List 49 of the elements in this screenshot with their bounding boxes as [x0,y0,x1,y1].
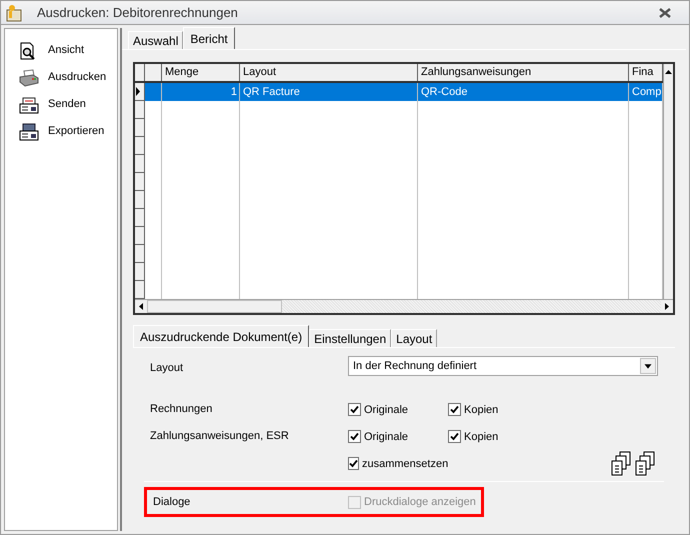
column-header[interactable]: Menge [162,64,240,81]
checkbox[interactable]: Kopien [448,428,548,444]
monitor-document-icon [19,122,39,140]
layout-dropdown[interactable]: In der Rechnung definiert [348,356,658,376]
tab[interactable]: Bericht [183,27,235,49]
table-cell[interactable]: 1 [162,83,240,101]
collate-pages-icon [634,450,656,476]
app-icon [5,4,23,22]
checkbox[interactable]: Originale [348,402,448,418]
column-header[interactable]: Zahlungsanweisungen [418,64,629,81]
row-indicator-header [135,64,145,81]
close-icon[interactable] [659,8,671,18]
table-cell[interactable] [145,83,162,101]
checkmark-icon [450,432,459,441]
vertical-scrollbar[interactable] [663,64,673,299]
checkbox[interactable]: zusammensetzen [348,456,448,472]
field-label: Zahlungsanweisungen, ESR [150,429,290,444]
checkmark-icon [450,405,459,414]
table-cell[interactable]: QR Facture [240,83,418,101]
table-cell[interactable]: QR-Code [418,83,629,101]
envelope-icon [19,96,39,114]
tab[interactable]: Einstellungen [309,329,392,347]
scroll-thumb[interactable] [147,300,282,313]
row-header[interactable] [135,83,145,101]
window-title: Ausdrucken: Debitorenrechnungen [37,4,238,22]
tab[interactable]: Auszudruckende Dokument(e) [133,325,310,347]
sidebar-item[interactable]: Exportieren [5,118,117,145]
checkmark-icon [349,459,358,468]
checkmark-icon [350,432,359,441]
sidebar-item[interactable]: Ansicht [5,37,117,64]
column-header[interactable]: Fina [629,64,663,81]
checkbox[interactable]: Kopien [448,402,548,418]
scroll-left-icon[interactable] [135,300,147,313]
column-header [145,64,162,81]
field-label: Layout [150,361,184,376]
current-row-icon [135,87,141,96]
collate-pages-icon [610,450,632,476]
column-header[interactable]: Layout [240,64,418,81]
checkbox[interactable]: Originale [348,428,448,444]
horizontal-scrollbar[interactable] [135,299,673,313]
scroll-right-icon[interactable] [661,300,673,313]
printer-icon [19,68,39,86]
checkmark-icon [350,405,359,414]
table-cell[interactable]: Comp [629,83,663,101]
field-label: Rechnungen [150,402,214,418]
sidebar-item[interactable]: Senden [5,91,117,118]
sidebar-item[interactable]: Ausdrucken [5,64,117,91]
field-label: Dialoge [153,494,192,510]
tab[interactable]: Layout [391,329,438,347]
